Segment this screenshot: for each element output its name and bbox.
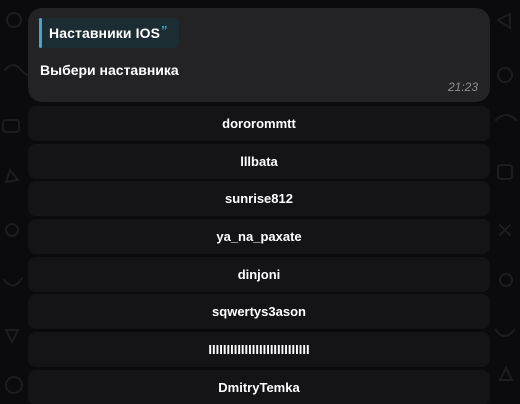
quote-block[interactable]: Наставники IOS ” — [39, 18, 179, 48]
inline-keyboard: dororommtt lllbata sunrise812 ya_na_paxa… — [28, 106, 490, 404]
mentor-button-dinjoni[interactable]: dinjoni — [28, 256, 490, 292]
quote-icon: ” — [161, 23, 168, 38]
message-timestamp: 21:23 — [447, 80, 478, 94]
quote-accent-bar — [39, 18, 42, 48]
mentor-button-sunrise812[interactable]: sunrise812 — [28, 181, 490, 217]
mentor-button-sqwertys3ason[interactable]: sqwertys3ason — [28, 294, 490, 330]
mentor-button-dororommtt[interactable]: dororommtt — [28, 106, 490, 141]
chat-background: Наставники IOS ” Выбери наставника 21:23… — [0, 0, 520, 404]
message-bubble: Наставники IOS ” Выбери наставника 21:23 — [28, 8, 490, 102]
mentor-button-lllbata[interactable]: lllbata — [28, 143, 490, 179]
mentor-button-dmitrytemka[interactable]: DmitryTemka — [28, 369, 490, 404]
mentor-button-iiii[interactable]: IIIIIIIIIIIIIIIIIIIIIIIIIIII — [28, 332, 490, 368]
message-text: Выбери наставника — [40, 62, 179, 78]
quote-title: Наставники IOS — [49, 25, 161, 41]
mentor-button-ya-na-paxate[interactable]: ya_na_paxate — [28, 219, 490, 255]
